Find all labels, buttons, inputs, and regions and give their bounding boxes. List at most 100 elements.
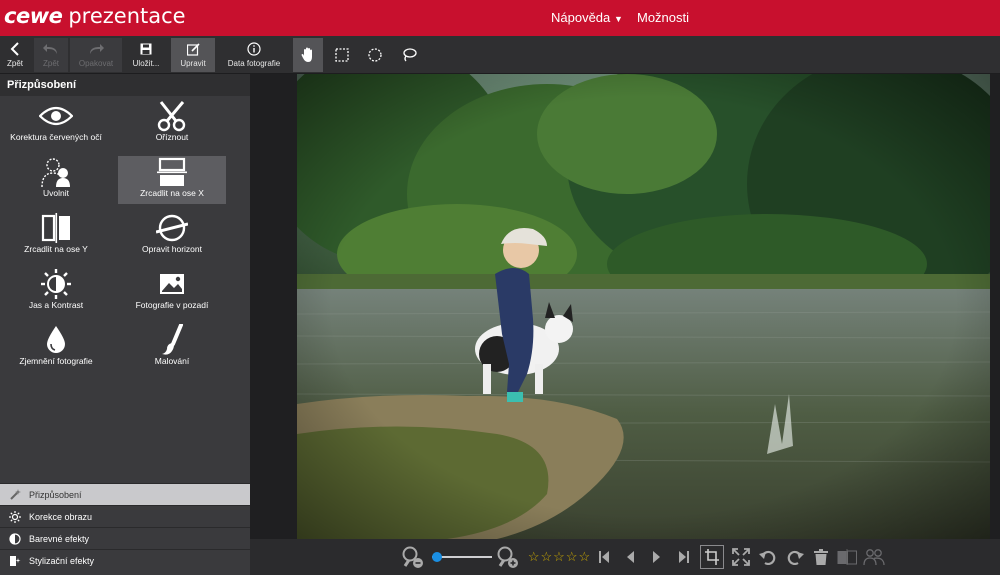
photo-data-label: Data fotografie: [227, 59, 281, 68]
drop-icon: [45, 324, 67, 356]
people-icon: [863, 549, 885, 565]
tool-label: Jas a Kontrast: [28, 300, 84, 310]
mirror-y-icon: [41, 212, 71, 244]
panel-tab-adjustments[interactable]: Přizpůsobení: [0, 483, 250, 505]
tool-label: Zjemnění fotografie: [19, 356, 93, 366]
tool-label: Fotografie v pozadí: [135, 300, 209, 310]
next-photo-button[interactable]: [649, 545, 665, 569]
rotate-right-button[interactable]: [785, 545, 805, 569]
wand-icon: [8, 489, 22, 500]
save-icon: [140, 41, 152, 57]
crop-frame-icon: [705, 549, 719, 565]
previous-photo-button[interactable]: [622, 545, 638, 569]
fit-crop-button[interactable]: [700, 545, 724, 569]
sun-icon: [8, 510, 22, 523]
scissors-icon: [157, 100, 187, 132]
undo-label: Zpět: [42, 59, 59, 68]
star-icon[interactable]: ☆: [528, 549, 540, 565]
menu-options[interactable]: Možnosti: [637, 10, 689, 25]
first-photo-button[interactable]: [596, 545, 612, 569]
fullscreen-button[interactable]: [730, 545, 752, 569]
delete-button[interactable]: [812, 545, 830, 569]
color-drop-icon: [8, 532, 22, 545]
tool-mirror-y[interactable]: Zrcadlit na ose Y: [2, 212, 110, 260]
trash-icon: [814, 549, 828, 565]
zoom-in-button[interactable]: [495, 545, 521, 569]
star-icon[interactable]: ☆: [541, 549, 553, 565]
rect-select-button[interactable]: [330, 38, 354, 72]
tool-label: Uvolnit: [43, 188, 69, 198]
star-icon[interactable]: ☆: [578, 549, 590, 565]
save-button[interactable]: Uložit...: [126, 38, 166, 72]
lasso-icon: [402, 47, 417, 63]
ellipse-select-button[interactable]: [363, 38, 387, 72]
redo-icon: [88, 41, 104, 57]
tool-crop[interactable]: Oříznout: [118, 100, 226, 148]
panel-tab-label: Barevné efekty: [29, 533, 90, 544]
panel-tab-image-correction[interactable]: Korekce obrazu: [0, 505, 250, 527]
chevron-down-icon[interactable]: ▼: [614, 14, 623, 24]
save-label: Uložit...: [132, 59, 160, 68]
hand-icon: [301, 47, 315, 63]
product-name: prezentace: [68, 4, 186, 28]
edit-label: Upravit: [180, 59, 206, 68]
panel-tab-color-effects[interactable]: Barevné efekty: [0, 527, 250, 549]
hand-tool-button[interactable]: [293, 38, 323, 72]
tool-label: Zrcadlit na ose Y: [24, 244, 88, 254]
tool-label: Opravit horizont: [142, 244, 202, 254]
mirror-x-icon: [157, 156, 187, 188]
zoom-slider-knob[interactable]: [432, 552, 442, 562]
zoom-in-icon: [497, 546, 518, 568]
lasso-select-button[interactable]: [397, 38, 421, 72]
tool-brightness-contrast[interactable]: Jas a Kontrast: [2, 268, 110, 316]
back-button[interactable]: Zpět: [2, 38, 28, 72]
app-logo: cewe prezentace: [4, 4, 186, 32]
compare-button[interactable]: [836, 545, 858, 569]
brightness-contrast-icon: [40, 268, 72, 300]
last-photo-button[interactable]: [676, 545, 692, 569]
undo-button[interactable]: Zpět: [34, 38, 68, 72]
zoom-slider[interactable]: [432, 545, 492, 569]
photo-boy-with-dog-at-lake[interactable]: [297, 74, 990, 539]
edit-icon: [186, 41, 200, 57]
tool-red-eye[interactable]: Korektura červených očí: [2, 100, 110, 148]
info-icon: [247, 41, 261, 57]
menu-help[interactable]: Nápověda: [551, 10, 610, 25]
star-rating[interactable]: ☆ ☆ ☆ ☆ ☆: [526, 545, 592, 569]
tool-label: Korektura červených očí: [10, 132, 102, 142]
bottom-bar: ☆ ☆ ☆ ☆ ☆: [250, 539, 1000, 575]
tool-soften[interactable]: Zjemnění fotografie: [2, 324, 110, 372]
tool-fix-horizon[interactable]: Opravit horizont: [118, 212, 226, 260]
faces-button[interactable]: [862, 545, 886, 569]
cutout-person-icon: [39, 156, 73, 188]
photo-data-button[interactable]: Data fotografie: [222, 38, 286, 72]
skip-last-icon: [679, 551, 689, 563]
rotate-left-button[interactable]: [758, 545, 778, 569]
tool-release[interactable]: Uvolnit: [2, 156, 110, 204]
photo-canvas[interactable]: [250, 74, 1000, 539]
eye-icon: [39, 100, 73, 132]
rotate-right-icon: [787, 550, 804, 565]
zoom-out-button[interactable]: [400, 545, 426, 569]
style-effects-icon: [8, 555, 22, 567]
ellipse-select-icon: [368, 47, 382, 63]
app-window: cewe prezentace Nápověda ▼ Možnosti Zpět…: [0, 0, 1000, 575]
compare-icon: [837, 549, 857, 565]
redo-label: Opakovat: [78, 59, 114, 68]
redo-button[interactable]: Opakovat: [70, 38, 122, 72]
star-icon[interactable]: ☆: [566, 549, 578, 565]
chevron-left-icon: [10, 41, 20, 57]
tool-painting[interactable]: Malování: [118, 324, 226, 372]
skip-first-icon: [599, 551, 609, 563]
top-bar: cewe prezentace Nápověda ▼ Možnosti: [0, 0, 1000, 36]
edit-button[interactable]: Upravit: [171, 38, 215, 72]
tool-background-photo[interactable]: Fotografie v pozadí: [118, 268, 226, 316]
undo-icon: [43, 41, 59, 57]
tool-mirror-x[interactable]: Zrcadlit na ose X: [118, 156, 226, 204]
adjustments-sidebar: Přizpůsobení Korektura červených očí Oří…: [0, 74, 250, 575]
zoom-slider-track: [432, 551, 492, 563]
fullscreen-icon: [732, 548, 750, 566]
panel-tab-style-effects[interactable]: Stylizační efekty: [0, 549, 250, 571]
tool-label: Malování: [154, 356, 190, 366]
star-icon[interactable]: ☆: [553, 549, 565, 565]
